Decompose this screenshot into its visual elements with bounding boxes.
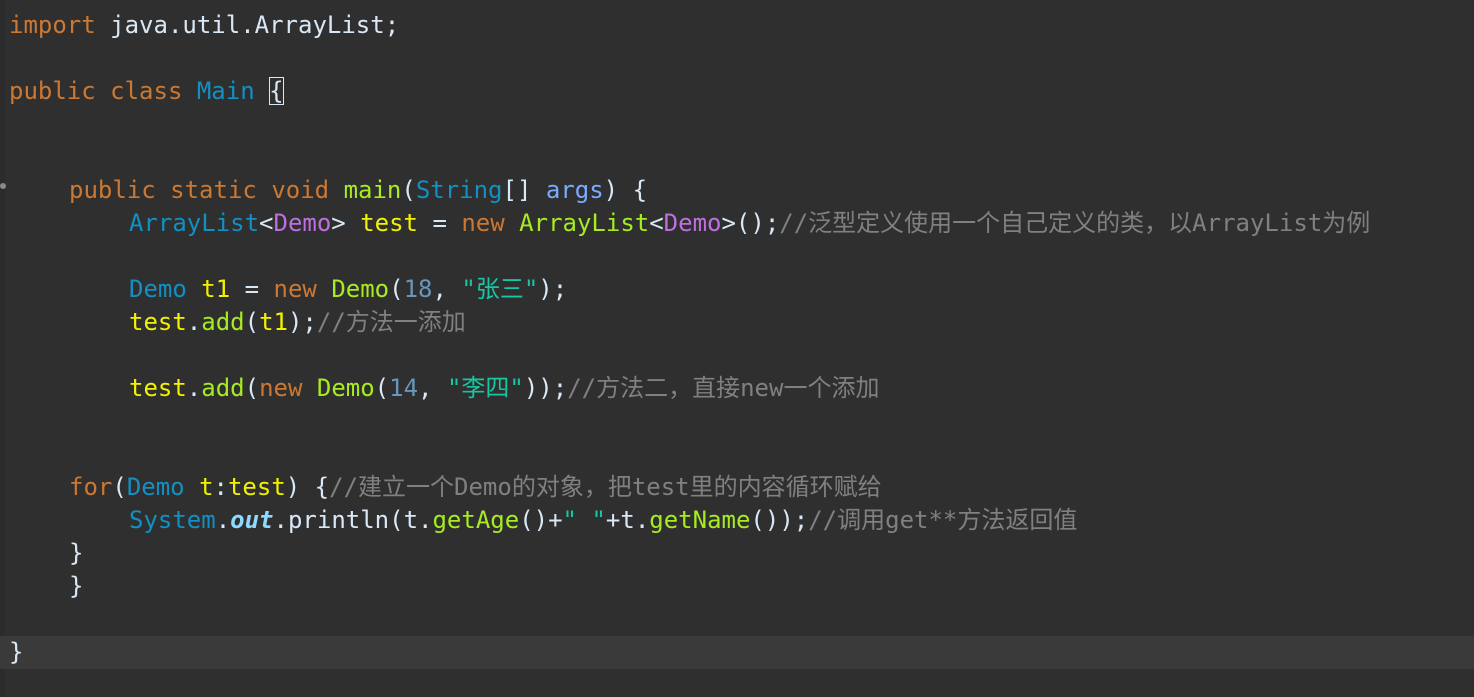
dot: . <box>215 506 231 534</box>
variable-name: test <box>227 473 286 501</box>
keyword-import: import <box>9 11 96 39</box>
statement-end: ()); <box>750 506 809 534</box>
static-field: out <box>230 506 274 534</box>
class-name: System <box>129 506 216 534</box>
dot: . <box>186 374 202 402</box>
keyword-class: class <box>110 77 183 105</box>
keyword-for: for <box>69 473 113 501</box>
generic-close: > <box>721 209 736 237</box>
type-name: Demo <box>126 473 185 501</box>
line-comment: //方法一添加 <box>316 308 466 336</box>
generic-close: > <box>331 209 346 237</box>
matched-brace: { <box>269 77 284 105</box>
statement-end: ); <box>538 275 568 303</box>
variable-name: test <box>360 209 418 237</box>
paren-close: ) { <box>603 176 648 204</box>
generic-open: < <box>259 209 274 237</box>
code-line-close-for[interactable]: } <box>0 537 1474 570</box>
type-name: Demo <box>129 275 187 303</box>
code-line-demo-t1[interactable]: Demo t1 = new Demo(18, "张三"); <box>0 273 1474 306</box>
import-path: java.util.ArrayList; <box>95 11 400 39</box>
constructor-name: Demo <box>316 374 375 402</box>
closing-brace: } <box>69 572 84 600</box>
statement-end: (); <box>735 209 780 237</box>
comma: , <box>432 275 462 303</box>
closing-brace: } <box>69 539 84 567</box>
code-line-for-loop[interactable]: for(Demo t:test) {//建立一个Demo的对象，把test里的内… <box>0 471 1474 504</box>
line-comment: //方法二，直接new一个添加 <box>567 374 880 402</box>
line-comment: //建立一个Demo的对象，把test里的内容循环赋给 <box>329 473 882 501</box>
operator: ()+ <box>519 506 563 534</box>
line-comment: //泛型定义使用一个自己定义的类，以ArrayList为例 <box>779 209 1371 237</box>
paren-open: ( <box>389 506 404 534</box>
paren-open: ( <box>389 275 404 303</box>
dot: . <box>186 308 202 336</box>
number-literal: 14 <box>389 374 419 402</box>
variable-name: t <box>403 506 419 534</box>
assign-op: = <box>230 275 274 303</box>
code-line-import[interactable]: import java.util.ArrayList; <box>0 9 1474 42</box>
number-literal: 18 <box>403 275 433 303</box>
variable-name: test <box>129 374 187 402</box>
code-line-add-new[interactable]: test.add(new Demo(14, "李四"));//方法二，直接new… <box>0 372 1474 405</box>
code-line-class-decl[interactable]: public class Main { <box>0 75 1474 108</box>
code-line-close-class[interactable]: } <box>0 636 1474 669</box>
array-brackets: [] <box>502 176 532 204</box>
closing-brace: } <box>9 638 24 666</box>
statement-end: ); <box>287 308 317 336</box>
string-literal: " " <box>562 506 606 534</box>
generic-type: Demo <box>273 209 332 237</box>
statement-end: )); <box>523 374 568 402</box>
method-call: getName <box>649 506 751 534</box>
comma: , <box>418 374 447 402</box>
paren-open: ( <box>244 374 260 402</box>
paren-open: ( <box>401 176 416 204</box>
paren-open: ( <box>112 473 127 501</box>
keyword-new: new <box>461 209 505 237</box>
keyword-public: public <box>9 77 96 105</box>
assign-op: = <box>418 209 462 237</box>
keyword-void: void <box>271 176 330 204</box>
code-line-add-t1[interactable]: test.add(t1);//方法一添加 <box>0 306 1474 339</box>
argument: t1 <box>259 308 288 336</box>
variable-name: test <box>129 308 187 336</box>
variable-name: t <box>620 506 635 534</box>
string-literal: "张三" <box>461 275 539 303</box>
keyword-public: public <box>69 176 156 204</box>
keyword-new: new <box>273 275 317 303</box>
colon: : <box>213 473 228 501</box>
param-type: String <box>415 176 503 204</box>
method-name: main <box>343 176 402 204</box>
param-name: args <box>545 176 604 204</box>
code-line-arraylist-decl[interactable]: ArrayList<Demo> test = new ArrayList<Dem… <box>0 207 1474 240</box>
variable-name: t <box>199 473 214 501</box>
method-call: add <box>201 374 245 402</box>
string-literal: "李四" <box>446 374 524 402</box>
operator: + <box>605 506 621 534</box>
generic-open: < <box>649 209 664 237</box>
code-line-main-decl[interactable]: public static void main(String[] args) { <box>0 174 1474 207</box>
method-call: println <box>287 506 390 534</box>
variable-name: t1 <box>201 275 231 303</box>
paren-close: ) { <box>285 473 330 501</box>
method-call: add <box>201 308 245 336</box>
generic-type: Demo <box>663 209 722 237</box>
type-name: ArrayList <box>129 209 260 237</box>
code-editor[interactable]: import java.util.ArrayList; public class… <box>0 0 1474 697</box>
constructor-name: ArrayList <box>519 209 650 237</box>
keyword-new: new <box>259 374 303 402</box>
paren-open: ( <box>374 374 390 402</box>
class-name: Main <box>196 77 255 105</box>
code-line-close-main[interactable]: } <box>0 570 1474 603</box>
constructor-name: Demo <box>331 275 390 303</box>
dot: . <box>634 506 650 534</box>
line-comment: //调用get**方法返回值 <box>808 506 1078 534</box>
keyword-static: static <box>170 176 257 204</box>
code-line-println[interactable]: System.out.println(t.getAge()+" "+t.getN… <box>0 504 1474 537</box>
method-call: getAge <box>432 506 520 534</box>
dot: . <box>418 506 433 534</box>
dot: . <box>273 506 288 534</box>
paren-open: ( <box>244 308 260 336</box>
